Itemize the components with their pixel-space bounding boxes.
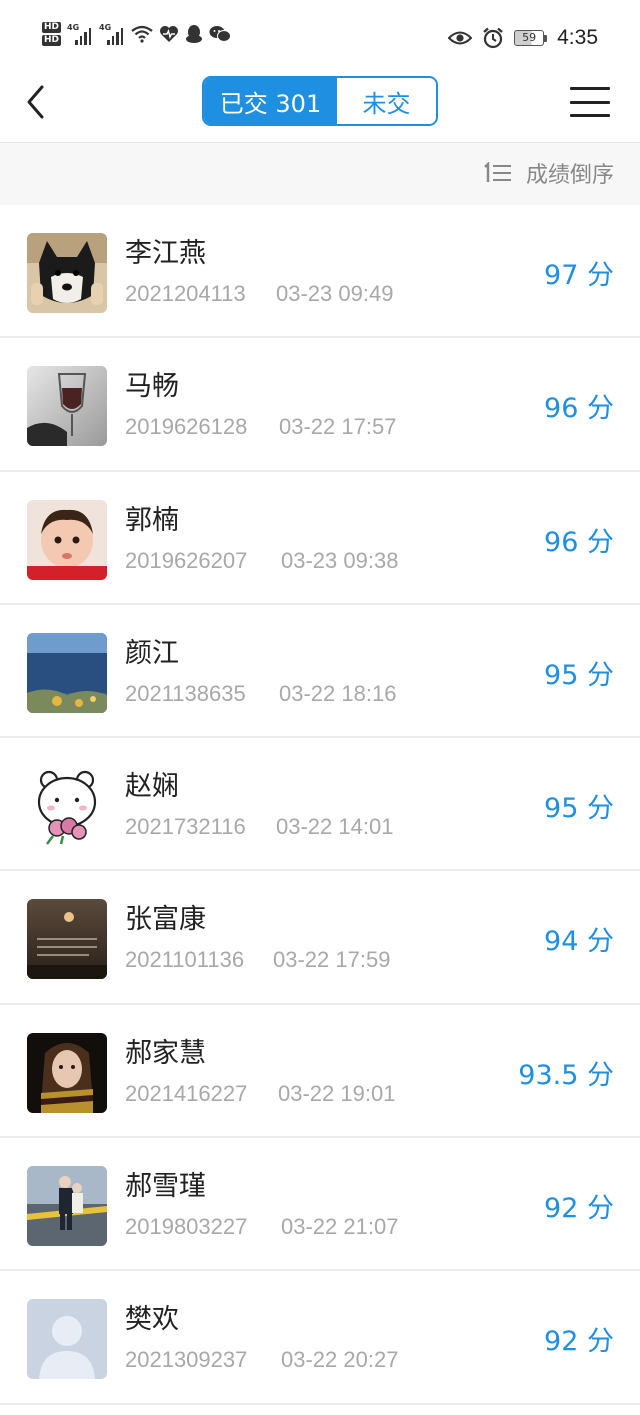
status-bar: HD HD 4G 4G 59 4:35 <box>0 0 640 70</box>
top-nav-bar: 已交 301 未交 <box>0 70 640 143</box>
tab-unsubmitted[interactable]: 未交 <box>337 78 436 124</box>
submit-time: 03-22 19:01 <box>278 1080 396 1106</box>
student-row[interactable]: 郝雪瑾 2019803227 03-22 21:07 92 分 <box>0 1138 640 1272</box>
score: 96 分 <box>544 393 614 425</box>
signal-icon-2: 4G <box>99 23 125 45</box>
student-row[interactable]: 马畅 2019626128 03-22 17:57 96 分 <box>0 338 640 472</box>
score: 92 分 <box>544 1326 614 1358</box>
student-name: 樊欢 <box>125 1304 179 1336</box>
submit-time: 03-22 17:57 <box>279 414 397 440</box>
submit-time: 03-23 09:38 <box>281 547 399 573</box>
hd-indicators: HD HD <box>42 22 62 46</box>
status-right: 59 4:35 <box>448 26 598 50</box>
student-id: 2021204113 <box>125 281 246 306</box>
avatar <box>27 899 107 980</box>
student-row[interactable]: 樊欢 2021309237 03-22 20:27 92 分 <box>0 1271 640 1405</box>
submit-time: 03-22 21:07 <box>281 1214 399 1240</box>
student-id: 2019626207 <box>125 547 248 573</box>
wechat-icon <box>209 26 232 42</box>
student-id: 2021101136 <box>125 947 245 973</box>
student-row[interactable]: 赵娴 2021732116 03-22 14:01 95 分 <box>0 738 640 872</box>
avatar <box>27 1032 107 1113</box>
submit-time: 03-22 20:27 <box>281 1347 399 1373</box>
avatar <box>27 766 107 847</box>
student-row[interactable]: 郝家慧 2021416227 03-22 19:01 93.5 分 <box>0 1004 640 1139</box>
back-button[interactable] <box>22 84 54 120</box>
student-list: 李江燕 2021204113 03-23 09:49 97 分 马畅 20196… <box>0 205 640 1405</box>
avatar <box>27 1299 107 1380</box>
student-name: 郝雪瑾 <box>125 1171 206 1203</box>
sort-desc-icon <box>484 162 511 182</box>
student-name: 颜江 <box>125 637 179 669</box>
score: 97 分 <box>544 260 614 291</box>
sort-bar: 成绩倒序 <box>0 143 640 205</box>
signal-icon-1: 4G <box>67 23 93 45</box>
student-id: 2021732116 <box>125 814 246 840</box>
score: 95 分 <box>544 659 614 691</box>
score: 95 分 <box>544 793 614 825</box>
student-name: 郭楠 <box>125 504 179 536</box>
student-name: 郝家慧 <box>125 1037 206 1069</box>
student-row[interactable]: 张富康 2021101136 03-22 17:59 94 分 <box>0 871 640 1005</box>
student-name: 赵娴 <box>125 771 179 803</box>
hd-badge-2: HD <box>42 35 62 46</box>
avatar <box>27 632 107 713</box>
alarm-clock-icon <box>483 27 503 49</box>
status-left: HD HD 4G 4G <box>42 22 232 46</box>
menu-icon-line <box>570 87 610 90</box>
score: 92 分 <box>544 1193 614 1225</box>
menu-icon-line <box>570 100 610 104</box>
default-avatar-icon <box>27 1299 107 1380</box>
tab-submitted[interactable]: 已交 301 <box>204 78 337 124</box>
chevron-left-icon <box>27 85 44 119</box>
menu-icon-line <box>570 114 610 117</box>
avatar <box>27 233 107 313</box>
submit-time: 03-22 17:59 <box>273 947 391 973</box>
clock-time: 4:35 <box>557 26 598 49</box>
submit-time: 03-22 18:16 <box>279 680 397 706</box>
student-name: 马畅 <box>125 371 179 403</box>
menu-button[interactable] <box>570 86 610 118</box>
submission-toggle: 已交 301 未交 <box>202 76 438 126</box>
student-id: 2021138635 <box>125 680 246 706</box>
sort-label: 成绩倒序 <box>525 163 614 188</box>
student-row[interactable]: 颜江 2021138635 03-22 18:16 95 分 <box>0 604 640 739</box>
score: 93.5 分 <box>518 1059 614 1091</box>
eye-icon <box>448 31 473 45</box>
student-id: 2019803227 <box>125 1214 248 1240</box>
score: 94 分 <box>544 926 614 958</box>
hd-badge-1: HD <box>42 22 62 33</box>
avatar <box>27 499 107 580</box>
student-id: 2021309237 <box>125 1347 248 1373</box>
score: 96 分 <box>544 526 614 558</box>
wifi-icon <box>131 25 153 43</box>
student-name: 张富康 <box>125 904 206 936</box>
student-id: 2019626128 <box>125 414 248 440</box>
battery-icon: 59 <box>514 30 548 46</box>
submit-time: 03-23 09:49 <box>276 281 394 306</box>
student-row[interactable]: 郭楠 2019626207 03-23 09:38 96 分 <box>0 471 640 605</box>
sort-button[interactable]: 成绩倒序 <box>482 157 614 189</box>
submit-time: 03-22 14:01 <box>276 814 394 840</box>
student-name: 李江燕 <box>125 238 206 269</box>
avatar <box>27 366 107 447</box>
qq-icon <box>186 25 203 43</box>
student-row[interactable]: 李江燕 2021204113 03-23 09:49 97 分 <box>0 205 640 339</box>
health-heart-icon <box>160 26 179 42</box>
avatar <box>27 1166 107 1247</box>
student-id: 2021416227 <box>125 1080 248 1106</box>
